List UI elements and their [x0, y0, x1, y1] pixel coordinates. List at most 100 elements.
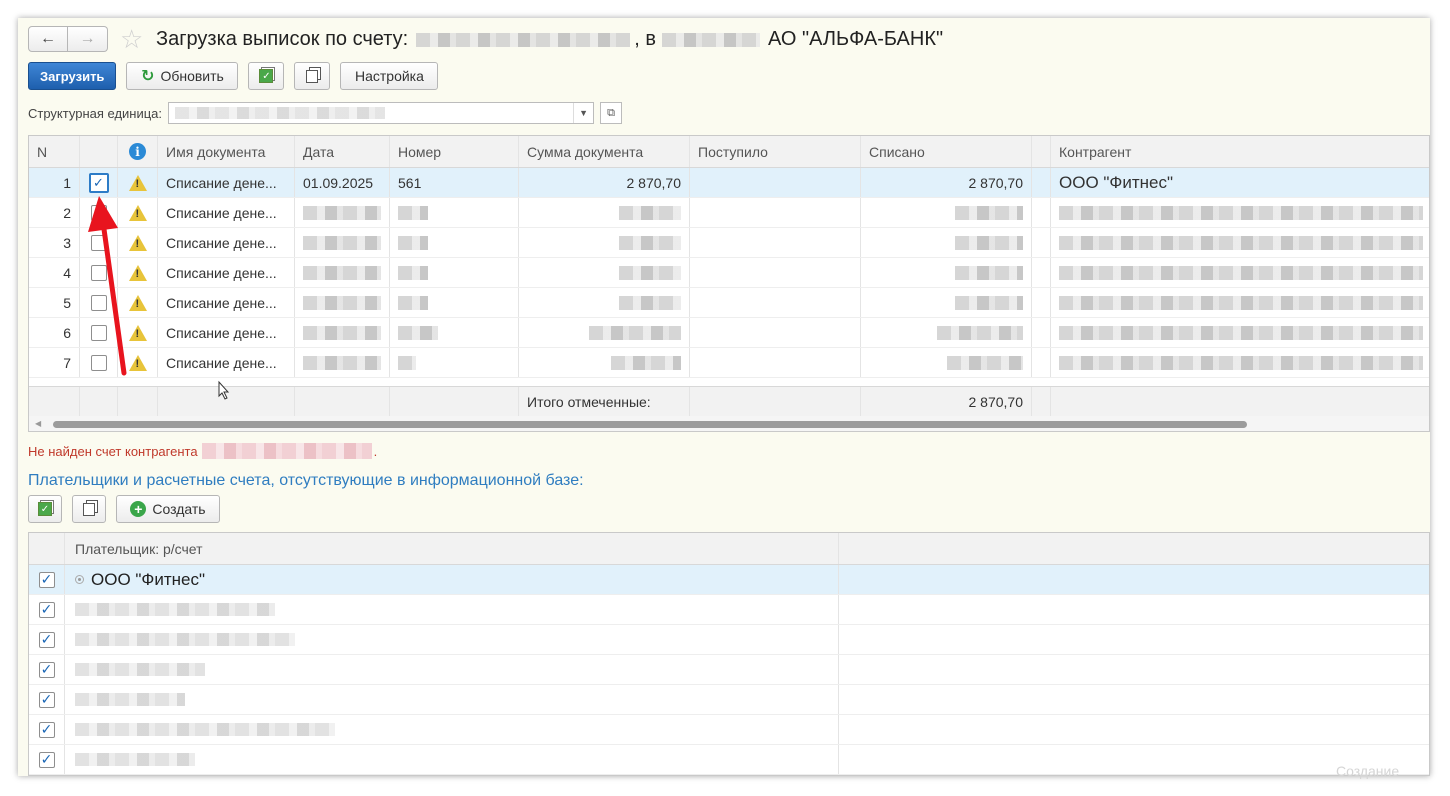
- col-date[interactable]: Дата: [295, 136, 390, 167]
- payers-col-name[interactable]: Плательщик: р/счет: [65, 533, 839, 564]
- table-row[interactable]: 2 Списание дене...: [29, 198, 1429, 228]
- payer-check-cell[interactable]: ✓: [29, 625, 65, 654]
- col-sum[interactable]: Сумма документа: [519, 136, 690, 167]
- col-received[interactable]: Поступило: [690, 136, 861, 167]
- chevron-down-icon[interactable]: ▼: [573, 103, 593, 123]
- payer-checkbox[interactable]: ✓: [38, 721, 55, 738]
- counterparty-account-redacted: [201, 443, 372, 459]
- row-checkbox[interactable]: [90, 264, 107, 281]
- row-checkbox-cell[interactable]: [80, 198, 118, 227]
- doc-number-redacted: [390, 288, 519, 317]
- warning-icon: [128, 234, 147, 251]
- struct-unit-input[interactable]: ▼: [168, 102, 595, 124]
- scroll-thumb[interactable]: [53, 421, 1247, 428]
- col-info[interactable]: i: [118, 136, 158, 167]
- doc-number-redacted: [390, 348, 519, 377]
- row-checkbox[interactable]: ✓: [88, 172, 109, 193]
- row-number: 5: [29, 288, 80, 317]
- payer-checkbox[interactable]: ✓: [38, 691, 55, 708]
- row-checkbox-cell[interactable]: [80, 258, 118, 287]
- row-checkbox-cell[interactable]: [80, 288, 118, 317]
- col-doc-name[interactable]: Имя документа: [158, 136, 295, 167]
- expand-dot-icon[interactable]: [75, 575, 84, 584]
- spacer-cell: [1032, 198, 1051, 227]
- col-check[interactable]: [80, 136, 118, 167]
- table-row[interactable]: 3 Списание дене...: [29, 228, 1429, 258]
- payer-row[interactable]: ✓: [29, 625, 1429, 655]
- row-checkbox-cell[interactable]: [80, 318, 118, 347]
- payer-check-cell[interactable]: ✓: [29, 745, 65, 774]
- doc-name: Списание дене...: [158, 168, 295, 197]
- favorite-star-icon[interactable]: ☆: [120, 25, 143, 53]
- check-all-button[interactable]: ✓: [248, 62, 285, 90]
- struct-unit-value-redacted: [175, 107, 386, 119]
- uncheck-all-button[interactable]: [294, 62, 331, 90]
- payer-row[interactable]: ✓ ООО "Фитнес": [29, 565, 1429, 595]
- col-counterparty[interactable]: Контрагент: [1051, 136, 1429, 167]
- payer-row[interactable]: ✓: [29, 655, 1429, 685]
- row-number: 2: [29, 198, 80, 227]
- table-row[interactable]: 4 Списание дене...: [29, 258, 1429, 288]
- scroll-left-icon[interactable]: ◀: [35, 419, 41, 428]
- payer-row[interactable]: ✓: [29, 715, 1429, 745]
- row-checkbox[interactable]: [90, 294, 107, 311]
- open-icon[interactable]: ⧉: [600, 102, 623, 124]
- col-written-off[interactable]: Списано: [861, 136, 1032, 167]
- warning-cell: [118, 348, 158, 377]
- refresh-button[interactable]: ↻ Обновить: [126, 62, 239, 90]
- payer-check-cell[interactable]: ✓: [29, 565, 65, 594]
- row-checkbox[interactable]: [90, 324, 107, 341]
- settings-button[interactable]: Настройка: [340, 62, 439, 90]
- doc-sum-redacted: [519, 228, 690, 257]
- forward-button[interactable]: →: [68, 26, 108, 52]
- row-checkbox[interactable]: [90, 354, 107, 371]
- row-checkbox[interactable]: [90, 234, 107, 251]
- create-button[interactable]: + Создать: [116, 495, 220, 523]
- doc-number-redacted: [390, 228, 519, 257]
- payer-checkbox[interactable]: ✓: [38, 601, 55, 618]
- payer-checkbox[interactable]: ✓: [38, 661, 55, 678]
- doc-counterparty-redacted: [1051, 258, 1429, 287]
- table-row[interactable]: 1 ✓ Списание дене... 01.09.2025 561 2 87…: [29, 168, 1429, 198]
- doc-received: [690, 288, 861, 317]
- payers-col-check[interactable]: [29, 533, 65, 564]
- nav-group: ← →: [28, 26, 108, 52]
- payers-check-all-button[interactable]: ✓: [28, 495, 62, 523]
- doc-received: [690, 348, 861, 377]
- spacer-cell: [1032, 348, 1051, 377]
- spacer-cell: [1032, 258, 1051, 287]
- payers-uncheck-all-button[interactable]: [72, 495, 106, 523]
- load-button[interactable]: Загрузить: [28, 62, 117, 90]
- payers-table: Плательщик: р/счет ✓ ООО "Фитнес" ✓ ✓ ✓ …: [28, 532, 1430, 776]
- payer-check-cell[interactable]: ✓: [29, 595, 65, 624]
- payer-check-cell[interactable]: ✓: [29, 715, 65, 744]
- doc-out-redacted: [861, 198, 1032, 227]
- row-checkbox[interactable]: [90, 204, 107, 221]
- table-row[interactable]: 6 Списание дене...: [29, 318, 1429, 348]
- payer-checkbox[interactable]: ✓: [38, 571, 55, 588]
- doc-counterparty-redacted: [1051, 318, 1429, 347]
- payer-checkbox[interactable]: ✓: [38, 631, 55, 648]
- payer-row[interactable]: ✓: [29, 595, 1429, 625]
- error-message: Не найден счет контрагента .: [28, 443, 377, 459]
- main-toolbar: Загрузить ↻ Обновить ✓ Настройка: [28, 62, 439, 90]
- table-row[interactable]: 5 Списание дене...: [29, 288, 1429, 318]
- payer-name-redacted: [65, 655, 839, 684]
- payer-row[interactable]: ✓: [29, 685, 1429, 715]
- table-row[interactable]: 7 Списание дене...: [29, 348, 1429, 378]
- row-checkbox-cell[interactable]: [80, 348, 118, 377]
- back-button[interactable]: ←: [28, 26, 68, 52]
- payer-check-cell[interactable]: ✓: [29, 655, 65, 684]
- footer-total-label: Итого отмеченные:: [519, 387, 690, 416]
- payer-checkbox[interactable]: ✓: [38, 751, 55, 768]
- row-number: 3: [29, 228, 80, 257]
- warning-icon: [128, 294, 147, 311]
- horizontal-scrollbar[interactable]: ◀: [29, 416, 1429, 431]
- col-number[interactable]: Номер: [390, 136, 519, 167]
- row-checkbox-cell[interactable]: [80, 228, 118, 257]
- col-n[interactable]: N: [29, 136, 80, 167]
- payer-check-cell[interactable]: ✓: [29, 685, 65, 714]
- col-spacer: [1032, 136, 1051, 167]
- payer-row[interactable]: ✓: [29, 745, 1429, 775]
- row-checkbox-cell[interactable]: ✓: [80, 168, 118, 197]
